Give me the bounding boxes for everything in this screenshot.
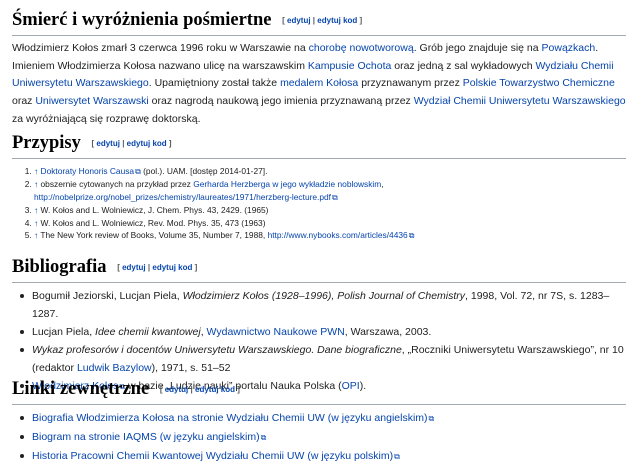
text: . Upamiętniony został także xyxy=(148,77,281,90)
edit-link[interactable]: edytuj xyxy=(165,385,189,394)
text: W. Kołos and L. Wolniewicz, Rev. Mod. Ph… xyxy=(40,217,266,228)
text: , xyxy=(381,179,384,190)
references-list: ↑ Doktoraty Honoris Causa⧉ (pol.). UAM. … xyxy=(12,165,626,243)
text: Bogumił Jeziorski, Lucjan Piela, xyxy=(32,289,183,302)
edit-links: [ edytuj | edytuj kod ] xyxy=(160,385,240,394)
edit-link[interactable]: edytuj xyxy=(122,263,146,272)
text: przyznawanym przez xyxy=(358,77,463,90)
list-item: ↑ Doktoraty Honoris Causa⧉ (pol.). UAM. … xyxy=(34,165,626,179)
wiki-link[interactable]: medalem Kołosa xyxy=(280,77,358,89)
text: Lucjan Piela, xyxy=(32,325,96,338)
bracket-open: [ xyxy=(159,384,163,394)
edit-code-link[interactable]: edytuj kod xyxy=(195,385,235,394)
bracket-open: [ xyxy=(117,262,120,272)
bracket-close: ] xyxy=(237,384,240,394)
separator: | xyxy=(147,262,151,272)
list-item: Wykaz profesorów i docentów Uniwersytetu… xyxy=(20,341,626,377)
section-heading: Śmierć i wyróżnienia pośmiertne [ edytuj… xyxy=(12,8,626,36)
list-item: ↑ The New York review of Books, Volume 3… xyxy=(34,229,626,243)
edit-links: [ edytuj | edytuj kod ] xyxy=(282,16,362,25)
edit-code-link[interactable]: edytuj kod xyxy=(152,263,192,272)
separator: | xyxy=(122,138,125,148)
paragraph: Włodzimierz Kołos zmarł 3 czerwca 1996 r… xyxy=(12,40,626,129)
wiki-link[interactable]: Powązkach xyxy=(542,42,596,54)
article-content: Śmierć i wyróżnienia pośmiertne [ edytuj… xyxy=(0,0,640,462)
wiki-link[interactable]: Doktoraty Honoris Causa xyxy=(41,166,135,176)
wiki-link[interactable]: Polskie Towarzystwo Chemiczne xyxy=(463,77,615,89)
wiki-link[interactable]: Biografia Włodzimierza Kołosa na stronie… xyxy=(32,412,428,424)
wiki-link[interactable]: Historia Pracowni Chemii Kwantowej Wydzi… xyxy=(32,450,393,462)
external-link-icon: ⧉ xyxy=(408,231,415,241)
section-title: Śmierć i wyróżnienia pośmiertne xyxy=(12,10,272,30)
bracket-close: ] xyxy=(168,138,172,148)
separator: | xyxy=(190,384,193,394)
wiki-link[interactable]: Kampusie Ochota xyxy=(308,60,391,72)
external-link-icon: ⧉ xyxy=(260,432,267,442)
bracket-open: [ xyxy=(91,138,95,148)
bracket-close: ] xyxy=(194,262,198,272)
section-heading: Bibliografia [ edytuj | edytuj kod ] xyxy=(12,255,626,283)
list-item: Bogumił Jeziorski, Lucjan Piela, Włodzim… xyxy=(20,287,626,323)
edit-code-link[interactable]: edytuj kod xyxy=(127,139,167,148)
section-heading: Przypisy [ edytuj | edytuj kod ] xyxy=(12,131,626,159)
edit-link[interactable]: edytuj xyxy=(96,139,120,148)
list-item: ↑ obszernie cytowanych na przykład przez… xyxy=(34,178,626,204)
section-title: Linki zewnętrzne xyxy=(12,379,150,399)
wiki-link[interactable]: chorobę nowotworową xyxy=(309,42,414,54)
text: , Warszawa, 2003. xyxy=(344,325,432,338)
text: oraz nagrodą naukową jego imienia przyzn… xyxy=(148,95,414,108)
text: The New York review of Books, Volume 35,… xyxy=(40,230,268,241)
list-item: Lucjan Piela, Idee chemii kwantowej, Wyd… xyxy=(20,323,626,341)
text: oraz xyxy=(12,95,36,108)
external-link-icon: ⧉ xyxy=(332,192,338,202)
edit-links: [ edytuj | edytuj kod ] xyxy=(91,139,171,148)
section-bibliography: Bibliografia [ edytuj | edytuj kod ] Bog… xyxy=(12,255,626,396)
wiki-link[interactable]: Wydawnictwo Naukowe PWN xyxy=(207,326,345,338)
wiki-link[interactable]: Wydział Chemii Uniwersytetu Warszawskieg… xyxy=(414,95,626,107)
section-external-links: Linki zewnętrzne [ edytuj | edytuj kod ]… xyxy=(12,377,626,466)
edit-code-link[interactable]: edytuj kod xyxy=(317,16,357,25)
separator: | xyxy=(312,15,316,25)
section-footnotes: Przypisy [ edytuj | edytuj kod ] ↑ Dokto… xyxy=(12,131,626,243)
bracket-open: [ xyxy=(282,15,285,25)
text: . Grób jego znajduje się na xyxy=(413,41,542,54)
section-heading: Linki zewnętrzne [ edytuj | edytuj kod ] xyxy=(12,377,626,405)
external-links-list: Biografia Włodzimierza Kołosa na stronie… xyxy=(12,409,626,466)
italic-text: Wykaz profesorów i docentów Uniwersytetu… xyxy=(32,343,402,356)
edit-links: [ edytuj | edytuj kod ] xyxy=(117,263,197,272)
italic-text: Idee chemii kwantowej xyxy=(95,325,201,338)
wiki-link[interactable]: Gerharda Herzberga w jego wykładzie nobl… xyxy=(193,179,381,189)
wiki-link[interactable]: Uniwersytet Warszawski xyxy=(35,95,148,107)
wiki-link[interactable]: http://nobelprize.org/nobel_prizes/chemi… xyxy=(34,192,331,202)
text: oraz jedną z sal wykładowych xyxy=(391,59,536,72)
text: ), 1971, s. 51–52 xyxy=(151,361,231,374)
text: za wyróżniającą się rozprawę doktorską. xyxy=(12,112,201,125)
text: obszernie cytowanych na przykład przez xyxy=(40,179,194,190)
section-title: Przypisy xyxy=(12,133,81,153)
list-item: Biogram na stronie IAQMS (w języku angie… xyxy=(20,428,626,447)
list-item: Biografia Włodzimierza Kołosa na stronie… xyxy=(20,409,626,428)
wiki-link[interactable]: Ludwik Bazylow xyxy=(77,362,152,374)
text: (pol.). UAM. [dostęp 2014-01-27]. xyxy=(140,165,268,176)
external-link-icon: ⧉ xyxy=(394,451,400,461)
bracket-close: ] xyxy=(359,15,363,25)
italic-text: Włodzimierz Kołos (1928–1996), Polish Jo… xyxy=(182,289,466,302)
edit-link[interactable]: edytuj xyxy=(287,16,311,25)
wiki-link[interactable]: Biogram na stronie IAQMS (w języku angie… xyxy=(32,431,260,443)
external-link-icon: ⧉ xyxy=(428,413,435,423)
section-title: Bibliografia xyxy=(12,257,107,277)
text: W. Kołos and L. Wolniewicz, J. Chem. Phy… xyxy=(40,205,269,216)
section-death-honors: Śmierć i wyróżnienia pośmiertne [ edytuj… xyxy=(12,8,626,129)
list-item: Historia Pracowni Chemii Kwantowej Wydzi… xyxy=(20,447,626,466)
text: Włodzimierz Kołos zmarł 3 czerwca 1996 r… xyxy=(12,41,309,54)
list-item: ↑ W. Kołos and L. Wolniewicz, Rev. Mod. … xyxy=(34,217,626,230)
list-item: ↑ W. Kołos and L. Wolniewicz, J. Chem. P… xyxy=(34,204,626,217)
wiki-link[interactable]: http://www.nybooks.com/articles/4436 xyxy=(268,230,408,240)
